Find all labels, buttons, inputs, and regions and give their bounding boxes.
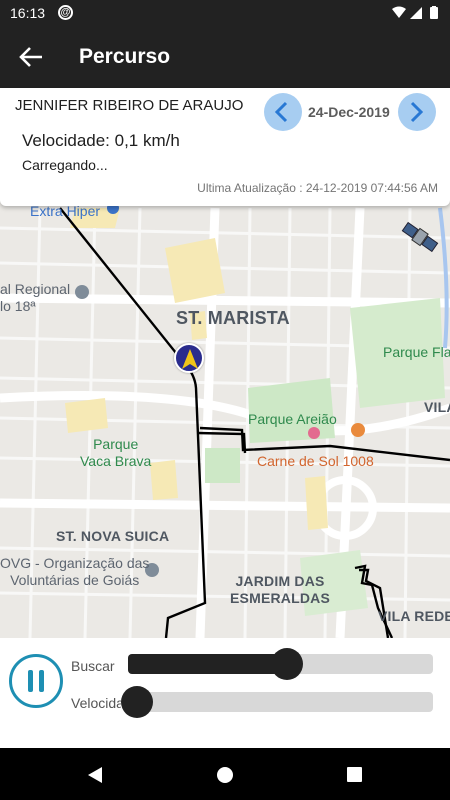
back-arrow-icon[interactable]: [18, 45, 44, 69]
map-label-regional: al Regional lo 18ª: [0, 281, 71, 314]
recents-square-icon[interactable]: [346, 766, 363, 783]
wifi-icon: [392, 6, 406, 18]
page-title: Percurso: [79, 45, 171, 68]
next-date-button[interactable]: [398, 93, 436, 131]
status-bar: 16:13 @: [0, 0, 450, 26]
pause-icon: [28, 670, 33, 692]
chevron-right-icon: [410, 101, 424, 123]
sync-icon: @: [58, 5, 73, 20]
app-bar: Percurso: [0, 26, 450, 88]
loading-text: Carregando...: [22, 157, 108, 173]
map-label-parque-areiao: Parque Areião: [248, 411, 337, 427]
navigation-arrow-icon: [182, 349, 198, 369]
map-label-nova-suica: ST. NOVA SUICA: [56, 528, 170, 544]
speed-slider-thumb[interactable]: [121, 686, 154, 718]
search-slider-fill: [128, 654, 287, 674]
speed-text: Velocidade: 0,1 km/h: [22, 131, 180, 150]
driver-name: JENNIFER RIBEIRO DE ARAUJO: [15, 97, 244, 114]
speed-slider-label: Velocidade: [71, 695, 121, 711]
map-label-parque-vaca: Parque Vaca Brava: [80, 436, 152, 469]
pause-button[interactable]: [9, 654, 63, 708]
home-circle-icon[interactable]: [216, 766, 234, 784]
status-time: 16:13: [10, 5, 46, 21]
status-icons: [392, 6, 438, 19]
map-label-vila-reden: VILA REDEN: [378, 608, 450, 624]
last-update-text: Ultima Atualização : 24-12-2019 07:44:56…: [197, 181, 438, 195]
map-label-ovg: OVG - Organização das Voluntárias de Goi…: [0, 555, 150, 588]
back-triangle-icon[interactable]: [86, 766, 104, 784]
search-slider-thumb[interactable]: [270, 648, 303, 680]
search-slider-label: Buscar: [71, 658, 115, 674]
signal-icon: [410, 7, 422, 19]
system-nav-bar: [0, 748, 450, 800]
map-label-marista: ST. MARISTA: [176, 308, 290, 328]
battery-icon: [430, 7, 438, 19]
previous-date-button[interactable]: [264, 93, 302, 131]
vehicle-marker[interactable]: [174, 343, 204, 373]
current-date: 24-Dec-2019: [308, 104, 390, 120]
playback-controls: Buscar Velocidade: [0, 638, 450, 748]
map-label-vila: VILA: [424, 399, 450, 415]
map-label-jardim: JARDIM DAS ESMERALDAS: [230, 573, 331, 606]
info-card: JENNIFER RIBEIRO DE ARAUJO 24-Dec-2019 V…: [0, 88, 450, 206]
speed-slider[interactable]: [128, 692, 433, 712]
map-label-carne-sol: Carne de Sol 1008: [257, 453, 374, 469]
satellite-icon[interactable]: [400, 217, 440, 257]
map-label-parque-fla: Parque Fla: [383, 344, 450, 360]
poi-pin: [75, 285, 89, 299]
chevron-left-icon: [274, 101, 288, 123]
